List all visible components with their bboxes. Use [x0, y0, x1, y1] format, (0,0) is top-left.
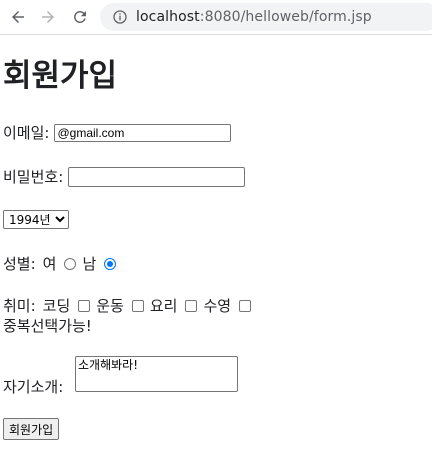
page-title: 회원가입 — [3, 58, 118, 94]
submit-button[interactable]: 회원가입 — [3, 418, 60, 440]
hobby-note-text: 중복선택가능! — [3, 317, 92, 335]
arrow-left-icon — [12, 11, 24, 23]
intro-label: 자기소개: — [3, 378, 64, 396]
gender-label: 성별: — [3, 255, 36, 273]
gender-male-label: 남 — [82, 255, 97, 273]
url-text: localhost:8080/helloweb/form.jsp — [136, 9, 372, 25]
intro-textarea[interactable]: 소개해봐라! — [75, 356, 238, 392]
gender-male-radio[interactable] — [104, 257, 117, 270]
hobby-exercise-checkbox[interactable] — [131, 299, 144, 312]
url-host: localhost — [136, 9, 200, 25]
hobby-label: 취미: — [3, 297, 36, 315]
gender-female-label: 여 — [42, 255, 57, 273]
birth-year-select[interactable]: 1994년 — [3, 210, 69, 229]
hobby-coding-label: 코딩 — [42, 297, 71, 315]
address-bar[interactable]: localhost:8080/helloweb/form.jsp — [100, 3, 432, 31]
forward-button[interactable] — [36, 5, 60, 29]
arrow-right-icon — [42, 11, 54, 23]
gender-row: 성별: 여 남 — [3, 253, 122, 274]
password-row: 비밀번호: — [3, 166, 246, 187]
gender-female-radio[interactable] — [64, 257, 77, 270]
email-field[interactable] — [54, 123, 232, 142]
password-field[interactable] — [68, 166, 246, 187]
info-icon[interactable] — [112, 9, 128, 25]
email-row: 이메일: — [3, 122, 232, 143]
intro-row: 자기소개: — [3, 376, 63, 397]
password-label: 비밀번호: — [3, 168, 64, 186]
hobby-row: 취미: 코딩 운동 요리 수영 — [3, 295, 257, 316]
hobby-exercise-label: 운동 — [96, 297, 124, 315]
hobby-cooking-checkbox[interactable] — [185, 299, 198, 312]
email-label: 이메일: — [3, 124, 50, 142]
hobby-note: 중복선택가능! — [3, 315, 92, 336]
hobby-swimming-checkbox[interactable] — [239, 299, 252, 312]
reload-button[interactable] — [68, 5, 92, 29]
hobby-swimming-label: 수영 — [203, 297, 232, 315]
hobby-coding-checkbox[interactable] — [78, 299, 91, 312]
year-row: 1994년 — [3, 210, 69, 229]
reload-icon — [73, 10, 86, 23]
back-button[interactable] — [6, 5, 30, 29]
url-path: :8080/helloweb/form.jsp — [199, 9, 372, 25]
browser-toolbar: localhost:8080/helloweb/form.jsp — [0, 0, 432, 35]
hobby-cooking-label: 요리 — [149, 297, 178, 315]
